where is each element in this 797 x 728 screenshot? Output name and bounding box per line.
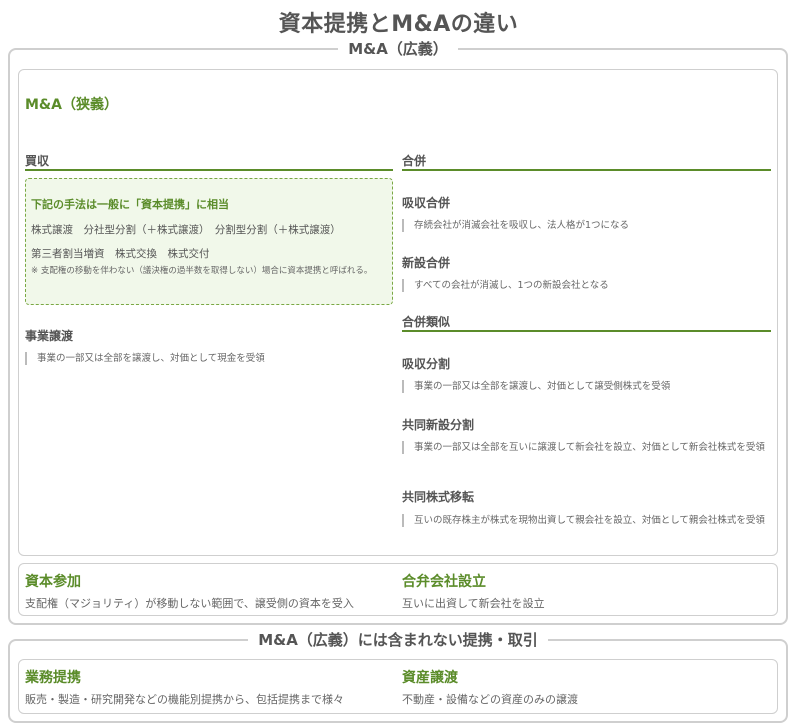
acquisition-heading: 買収 <box>25 154 50 168</box>
business-transfer-title: 事業譲渡 <box>25 329 74 343</box>
absorption-merger-title: 吸収合併 <box>402 196 451 210</box>
merger-like-heading: 合併類似 <box>402 315 451 329</box>
not-included-label: M&A（広義）には含まれない提携・取引 <box>248 631 548 649</box>
capital-alliance-note: ※ 支配権の移動を伴わない（議決権の過半数を取得しない）場合に資本提携と呼ばれる… <box>31 266 373 276</box>
new-merger-desc: すべての会社が消滅し、1つの新設会社となる <box>402 279 771 292</box>
page-title: 資本提携とM&Aの違い <box>278 12 519 37</box>
ma-broad-label: M&A（広義） <box>338 40 458 58</box>
new-merger-title: 新設合併 <box>402 256 451 270</box>
merger-like-rule <box>402 330 771 332</box>
capital-participation-title: 資本参加 <box>25 574 81 590</box>
absorption-merger-desc: 存続会社が消滅会社を吸収し、法人格が1つになる <box>402 219 771 232</box>
asset-transfer-title: 資産譲渡 <box>402 670 458 686</box>
merger-rule <box>402 169 771 171</box>
joint-new-split-desc: 事業の一部又は全部を互いに譲渡して新会社を設立、対価として新会社株式を受領 <box>402 441 771 454</box>
ma-narrow-title: M&A（狭義） <box>25 97 118 113</box>
business-alliance-title: 業務提携 <box>25 670 81 686</box>
business-transfer-desc: 事業の一部又は全部を譲渡し、対価として現金を受領 <box>25 352 393 365</box>
capital-participation-desc: 支配権（マジョリティ）が移動しない範囲で、譲受側の資本を受入 <box>25 597 354 610</box>
business-alliance-desc: 販売・製造・研究開発などの機能別提携から、包括提携まで様々 <box>25 693 344 706</box>
joint-share-transfer-desc: 互いの既存株主が株式を現物出資して親会社を設立、対価として親会社株式を受領 <box>402 514 771 527</box>
joint-venture-title: 合弁会社設立 <box>402 574 486 590</box>
capital-alliance-methods-line2: 第三者割当増資 株式交換 株式交付 <box>31 248 210 260</box>
acquisition-rule <box>25 169 393 171</box>
merger-heading: 合併 <box>402 154 427 168</box>
ma-narrow-box <box>18 69 778 556</box>
asset-transfer-desc: 不動産・設備などの資産のみの譲渡 <box>402 693 578 706</box>
capital-alliance-methods-line1: 株式譲渡 分社型分割（＋株式譲渡） 分割型分割（＋株式譲渡） <box>31 224 341 236</box>
absorption-split-desc: 事業の一部又は全部を譲渡し、対価として譲受側株式を受領 <box>402 380 771 393</box>
absorption-split-title: 吸収分割 <box>402 357 451 371</box>
joint-share-transfer-title: 共同株式移転 <box>402 490 475 504</box>
joint-new-split-title: 共同新設分割 <box>402 418 475 432</box>
joint-venture-desc: 互いに出資して新会社を設立 <box>402 597 545 610</box>
capital-alliance-box-heading: 下記の手法は一般に「資本提携」に相当 <box>31 198 229 211</box>
